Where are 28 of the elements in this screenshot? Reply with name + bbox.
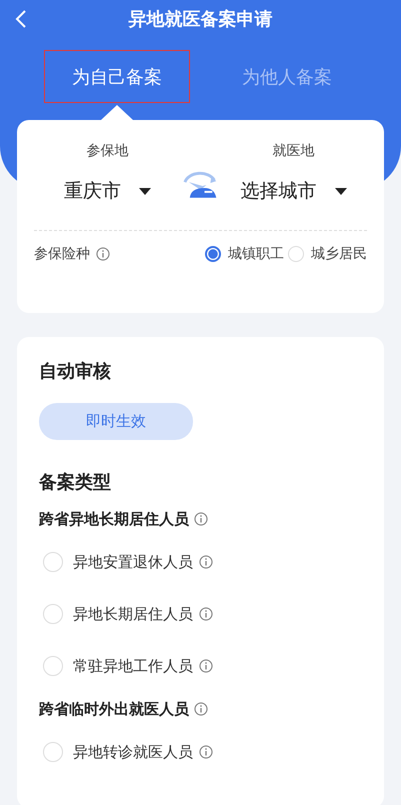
insured-place-label: 参保地 (86, 142, 128, 160)
info-icon[interactable] (199, 745, 213, 759)
group-title: 跨省临时外出就医人员 (39, 700, 189, 718)
insurance-type-label: 参保险种 (34, 245, 90, 263)
group-title: 跨省异地长期居住人员 (39, 510, 189, 528)
status-tag: 即时生效 (39, 403, 193, 440)
filing-option[interactable]: 异地长期居住人员 (43, 604, 193, 624)
info-icon[interactable] (96, 247, 110, 261)
tab[interactable]: 为自己备案 (44, 50, 190, 103)
treatment-place-label: 就医地 (272, 142, 315, 160)
insurance-radio[interactable]: 城镇职工 (205, 245, 284, 263)
info-icon[interactable] (194, 702, 208, 716)
info-icon[interactable] (199, 555, 213, 569)
section-title: 自动审核 (39, 360, 112, 383)
caret-icon (334, 188, 347, 194)
treatment-place-dropdown[interactable]: 选择城市 (240, 178, 347, 204)
caret-icon (138, 188, 151, 194)
back-icon[interactable] (14, 9, 28, 29)
insurance-radio[interactable]: 城乡居民 (288, 245, 367, 263)
page-title: 异地就医备案申请 (128, 8, 274, 31)
info-icon[interactable] (199, 607, 213, 621)
filing-option[interactable]: 异地安置退休人员 (43, 552, 193, 572)
section-title: 备案类型 (39, 471, 112, 494)
info-icon[interactable] (199, 659, 213, 673)
info-icon[interactable] (194, 512, 208, 526)
insured-place-dropdown[interactable]: 重庆市 (64, 178, 151, 204)
filing-option[interactable]: 常驻异地工作人员 (43, 656, 193, 676)
filing-option[interactable]: 异地转诊就医人员 (43, 742, 193, 762)
